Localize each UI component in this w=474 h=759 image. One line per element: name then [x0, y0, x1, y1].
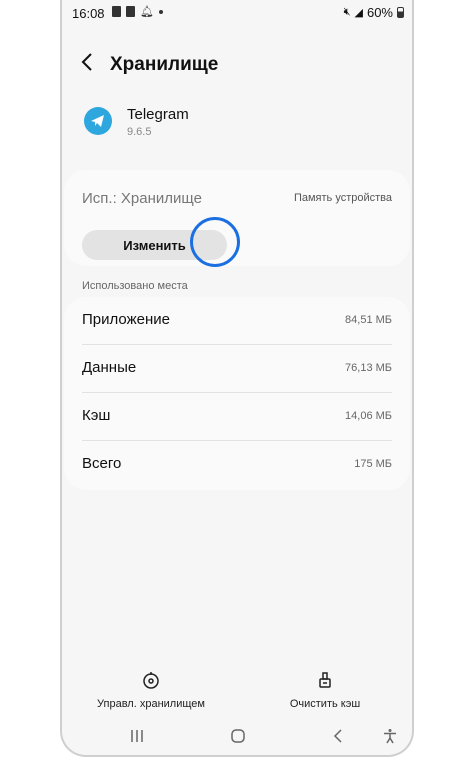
home-icon [231, 729, 245, 743]
device-storage-label: Память устройства [293, 192, 392, 204]
row-label: Всего [82, 455, 122, 472]
app-name: Telegram [127, 106, 189, 123]
battery-icon [397, 7, 404, 18]
usage-row-app: Приложение 84,51 МБ [64, 297, 410, 345]
phone-screen: 16:08 🔔︎ 🔇︎ ◢ 60% Хранилище Telegram 9.6… [60, 0, 414, 757]
manage-storage-button[interactable]: Управл. хранилищем [76, 670, 226, 710]
usage-row-data: Данные 76,13 МБ [64, 345, 410, 393]
recent-apps-icon [131, 730, 143, 742]
row-value: 84,51 МБ [345, 314, 392, 326]
recent-apps-button[interactable] [130, 728, 144, 749]
row-label: Данные [82, 359, 137, 376]
row-value: 175 МБ [354, 458, 392, 470]
signal-icon: ◢ [354, 7, 363, 19]
used-storage-label: Исп.: Хранилище [82, 190, 202, 207]
status-time: 16:08 [72, 6, 105, 21]
notification-icons: 🔔︎ [112, 5, 163, 18]
battery-percent: 60% [366, 5, 393, 20]
clear-cache-button[interactable]: Очистить кэш [250, 670, 400, 710]
chevron-left-icon [81, 53, 92, 71]
navigation-bar [62, 726, 412, 754]
storage-gauge-icon [143, 672, 159, 689]
home-button[interactable] [230, 728, 246, 749]
bell-icon: 🔔︎ [140, 6, 154, 18]
page-title: Хранилище [110, 54, 219, 75]
back-button[interactable] [80, 52, 94, 78]
clear-cache-label: Очистить кэш [289, 698, 361, 710]
row-label: Кэш [82, 407, 111, 424]
accessibility-icon [384, 729, 396, 744]
sim-icon [112, 6, 121, 17]
row-value: 76,13 МБ [345, 362, 392, 374]
app-info: Telegram 9.6.5 [62, 100, 412, 150]
tap-indicator [190, 217, 240, 267]
accessibility-button[interactable] [382, 728, 398, 749]
status-right: 🔇︎ ◢ 60% [344, 5, 404, 20]
telegram-icon [84, 107, 112, 135]
app-version: 9.6.5 [127, 126, 152, 138]
broom-icon [319, 672, 331, 688]
more-notifications-icon [158, 9, 163, 14]
section-label: Использовано места [82, 280, 188, 292]
back-nav-button[interactable] [332, 728, 344, 749]
row-value: 14,06 МБ [345, 410, 392, 422]
usage-card: Приложение 84,51 МБ Данные 76,13 МБ Кэш … [64, 297, 410, 490]
manage-storage-label: Управл. хранилищем [97, 698, 205, 710]
mute-icon: 🔇︎ [343, 6, 351, 18]
row-label: Приложение [82, 311, 170, 328]
header: Хранилище [62, 44, 412, 84]
bottom-actions: Управл. хранилищем Очистить кэш [62, 670, 412, 720]
status-bar: 16:08 🔔︎ 🔇︎ ◢ 60% [62, 0, 412, 28]
back-nav-icon [333, 729, 342, 743]
gallery-icon [126, 6, 135, 17]
usage-row-cache: Кэш 14,06 МБ [64, 393, 410, 441]
usage-row-total: Всего 175 МБ [64, 441, 410, 489]
